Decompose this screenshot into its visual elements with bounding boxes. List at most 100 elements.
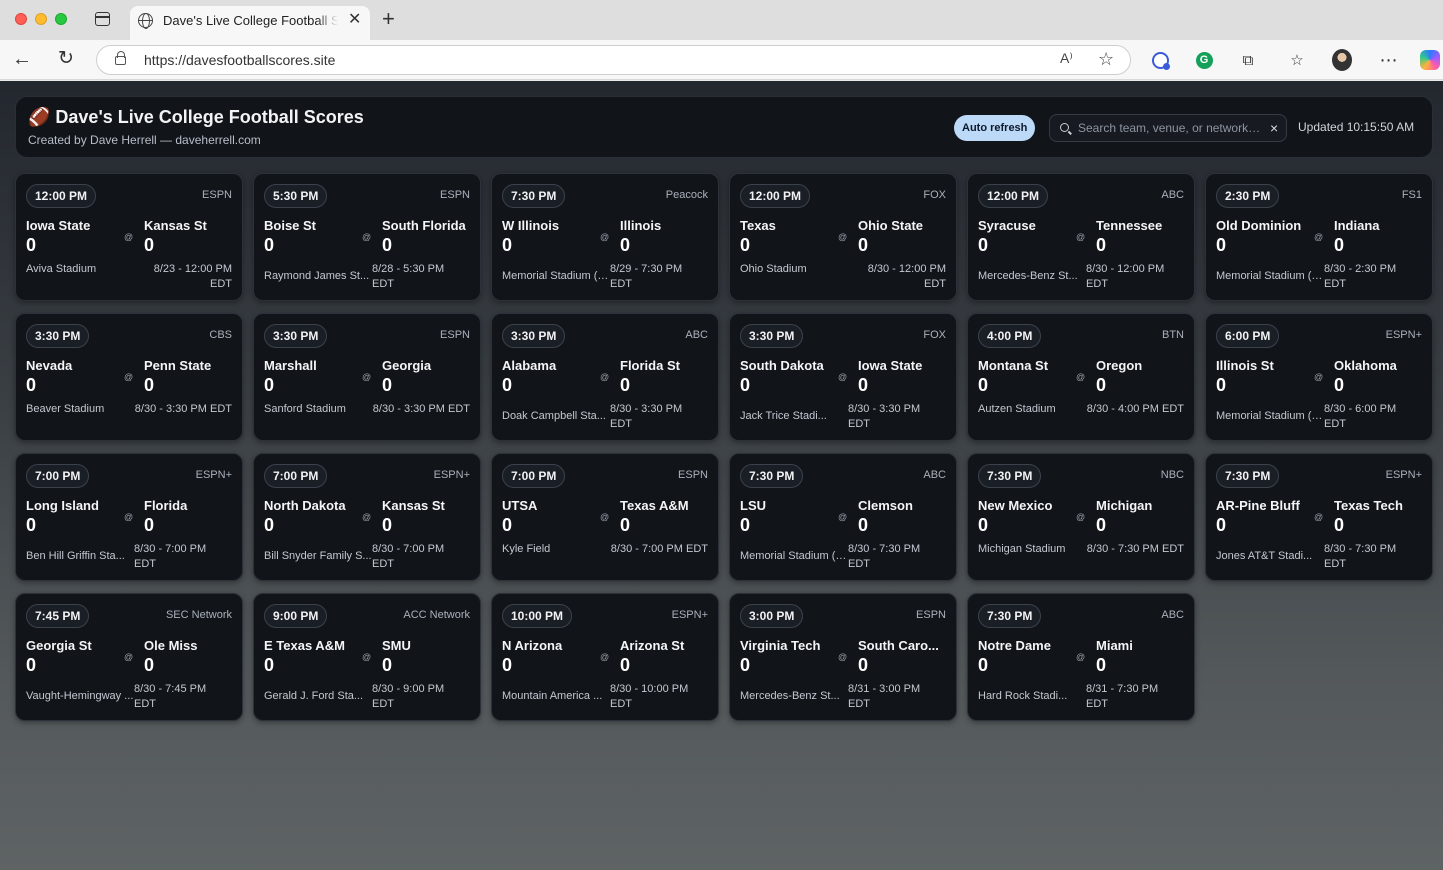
tv-network: ESPN+ <box>1385 469 1422 481</box>
home-team-name: Florida St <box>620 358 680 373</box>
kickoff-time-badge: 6:00 PM <box>1216 324 1280 348</box>
game-card[interactable]: 7:30 PM ESPN+ AR-Pine Bluff Texas Tech 0 @0 Jo… <box>1205 453 1433 581</box>
away-team-score: 0 <box>502 375 513 395</box>
game-card[interactable]: 7:30 PM ABC LSU Clemson 0 @0 Memorial Stadium … <box>729 453 957 581</box>
away-team-score: 0 <box>502 655 513 675</box>
maximize-window-button[interactable] <box>55 13 67 25</box>
game-card[interactable]: 12:00 PM FOX Texas Ohio State 0 @0 Ohio Stadiu… <box>729 173 957 301</box>
tv-network: ESPN+ <box>195 469 232 481</box>
kickoff-time-badge: 7:30 PM <box>1216 464 1280 488</box>
game-card[interactable]: 12:00 PM ABC Syracuse Tennessee 0 @0 Mercedes-… <box>967 173 1195 301</box>
reload-icon[interactable]: ↻ <box>58 48 74 70</box>
away-team-name: Marshall <box>264 358 317 373</box>
game-card[interactable]: 3:30 PM ABC Alabama Florida St 0 @0 Doak Campb… <box>491 313 719 441</box>
game-card[interactable]: 12:00 PM ESPN Iowa State Kansas St 0 @0 Aviva … <box>15 173 243 301</box>
game-card[interactable]: 7:30 PM NBC New Mexico Michigan 0 @0 Michigan … <box>967 453 1195 581</box>
tv-network: ESPN <box>678 469 708 481</box>
at-symbol: @ <box>362 652 372 662</box>
game-datetime: 8/31 - 3:00 PM EDT <box>848 683 921 710</box>
add-favorite-icon[interactable]: ☆ <box>1098 49 1114 69</box>
new-tab-icon[interactable]: + <box>382 7 395 31</box>
read-aloud-icon[interactable]: A⁾ <box>1060 50 1073 67</box>
url-text[interactable]: https://davesfootballscores.site <box>144 52 335 68</box>
away-team-name: Nevada <box>26 358 73 373</box>
venue-name: Ohio Stadium <box>740 263 807 275</box>
venue-name: Doak Campbell Sta... <box>502 410 606 422</box>
game-datetime: 8/31 - 7:30 PM EDT <box>1086 683 1159 710</box>
clear-search-icon[interactable]: × <box>1270 119 1278 137</box>
lock-icon[interactable] <box>115 51 126 65</box>
home-team-name: Ohio State <box>858 218 924 233</box>
home-team-score: 0 <box>144 655 155 675</box>
game-datetime: 8/30 - 7:30 PM EDT <box>848 543 921 570</box>
address-bar[interactable]: https://davesfootballscores.site A⁾ ☆ <box>96 45 1131 75</box>
game-card[interactable]: 7:30 PM ABC Notre Dame Miami 0 @0 Hard Rock St… <box>967 593 1195 721</box>
game-card[interactable]: 9:00 PM ACC Network E Texas A&M SMU 0 @0 Geral… <box>253 593 481 721</box>
tab-sidebar-icon[interactable] <box>95 12 110 26</box>
game-card[interactable]: 10:00 PM ESPN+ N Arizona Arizona St 0 @0 Mount… <box>491 593 719 721</box>
game-card[interactable]: 3:00 PM ESPN Virginia Tech South Caro... 0 @0… <box>729 593 957 721</box>
game-datetime: 8/30 - 7:45 PM EDT <box>134 683 207 710</box>
game-card[interactable]: 3:30 PM CBS Nevada Penn State 0 @0 Beaver Stad… <box>15 313 243 441</box>
kickoff-time-badge: 7:00 PM <box>264 464 328 488</box>
last-updated: Updated 10:15:50 AM <box>1298 120 1415 134</box>
game-card[interactable]: 7:00 PM ESPN+ North Dakota Kansas St 0 @0 Bill… <box>253 453 481 581</box>
page-subtitle: Created by Dave Herrell — daveherrell.co… <box>28 133 261 147</box>
profile-avatar[interactable] <box>1332 49 1352 71</box>
close-window-button[interactable] <box>15 13 27 25</box>
more-options-icon[interactable]: ⋯ <box>1379 50 1399 70</box>
venue-name: Mercedes-Benz St... <box>740 690 840 702</box>
home-team-score: 0 <box>620 235 631 255</box>
search-box[interactable]: × <box>1049 114 1287 142</box>
game-card[interactable]: 5:30 PM ESPN Boise St South Florida 0 @0 Raymo… <box>253 173 481 301</box>
tv-network: SEC Network <box>165 609 232 621</box>
game-datetime: 8/30 - 3:30 PM EDT <box>134 403 232 415</box>
home-team-score: 0 <box>382 375 393 395</box>
back-icon[interactable]: ← <box>12 48 32 70</box>
game-card[interactable]: 3:30 PM FOX South Dakota Iowa State 0 @0 Jack … <box>729 313 957 441</box>
venue-name: Memorial Stadium (N... <box>1216 410 1326 422</box>
browser-tab-bar: Dave's Live College Football Scores ✕ + <box>0 0 1443 40</box>
venue-name: Gerald J. Ford Sta... <box>264 690 364 702</box>
at-symbol: @ <box>362 372 372 382</box>
search-input[interactable] <box>1078 121 1264 135</box>
home-team-name: Texas Tech <box>1334 498 1403 513</box>
kickoff-time-badge: 9:00 PM <box>264 604 328 628</box>
home-team-score: 0 <box>620 375 631 395</box>
game-card[interactable]: 7:00 PM ESPN UTSA Texas A&M 0 @0 Kyle Field 8/3… <box>491 453 719 581</box>
home-team-name: SMU <box>382 638 411 653</box>
favorites-icon[interactable]: ☆ <box>1287 50 1307 70</box>
kickoff-time-badge: 12:00 PM <box>740 184 811 208</box>
game-card[interactable]: 7:30 PM Peacock W Illinois Illinois 0 @0 Memor… <box>491 173 719 301</box>
tv-network: CBS <box>209 329 232 341</box>
home-team-score: 0 <box>858 655 869 675</box>
copilot-icon[interactable] <box>1420 50 1440 70</box>
game-card[interactable]: 7:45 PM SEC Network Georgia St Ole Miss 0 @0 V… <box>15 593 243 721</box>
kickoff-time-badge: 7:00 PM <box>502 464 566 488</box>
away-team-name: Boise St <box>264 218 317 233</box>
game-card[interactable]: 2:30 PM FS1 Old Dominion Indiana 0 @0 Memorial… <box>1205 173 1433 301</box>
game-card[interactable]: 6:00 PM ESPN+ Illinois St Oklahoma 0 @0 Memori… <box>1205 313 1433 441</box>
game-card[interactable]: 4:00 PM BTN Montana St Oregon 0 @0 Autzen Stad… <box>967 313 1195 441</box>
game-card[interactable]: 3:30 PM ESPN Marshall Georgia 0 @0 Sanford Sta… <box>253 313 481 441</box>
browser-tab-active[interactable]: Dave's Live College Football Scores ✕ <box>130 6 370 40</box>
home-team-name: Kansas St <box>382 498 445 513</box>
minimize-window-button[interactable] <box>35 13 47 25</box>
extension-icon[interactable] <box>1150 50 1170 70</box>
game-datetime: 8/30 - 3:30 PM EDT <box>848 403 921 430</box>
game-card[interactable]: 7:00 PM ESPN+ Long Island Florida 0 @0 Ben Hil… <box>15 453 243 581</box>
at-symbol: @ <box>124 372 134 382</box>
venue-name: Mercedes-Benz St... <box>978 270 1078 282</box>
kickoff-time-badge: 12:00 PM <box>978 184 1049 208</box>
tv-network: FOX <box>923 329 946 341</box>
home-team-name: Clemson <box>858 498 913 513</box>
close-tab-icon[interactable]: ✕ <box>348 11 361 29</box>
auto-refresh-toggle[interactable]: Auto refresh <box>954 115 1036 141</box>
at-symbol: @ <box>600 512 610 522</box>
tv-network: ABC <box>1161 609 1184 621</box>
venue-name: Hard Rock Stadi... <box>978 690 1068 702</box>
home-team-name: Indiana <box>1334 218 1380 233</box>
grammarly-icon[interactable]: G <box>1194 50 1214 70</box>
extensions-puzzle-icon[interactable]: ⧉ <box>1238 50 1258 70</box>
page-title: 🏈 Dave's Live College Football Scores <box>28 107 364 127</box>
